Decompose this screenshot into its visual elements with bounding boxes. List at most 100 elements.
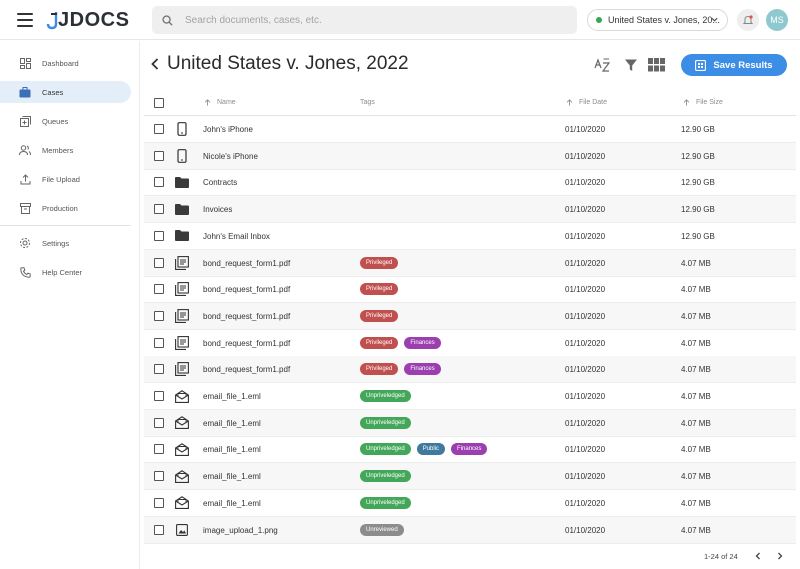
sidebar-item-help-center[interactable]: Help Center [0,261,131,283]
file-name[interactable]: Invoices [203,205,232,214]
sidebar-item-queues[interactable]: Queues [0,110,131,132]
tag-badge[interactable]: Finances [404,363,441,376]
file-name[interactable]: Nicole's iPhone [203,152,258,161]
table-row[interactable]: email_file_1.eml Unpriveledged 01/10/2020 4… [144,490,796,517]
app-logo[interactable]: JDOCS [46,9,129,31]
file-name[interactable]: bond_request_form1.pdf [203,365,290,374]
search-input[interactable] [185,14,565,26]
tag-badge[interactable]: Finances [451,443,488,456]
back-arrow-icon[interactable] [150,57,160,71]
table-row[interactable]: Invoices 01/10/2020 12.90 GB [144,196,796,224]
sidebar-item-production[interactable]: Production [0,197,131,219]
column-header-date[interactable]: File Date [566,99,607,106]
table-header: Name Tags File Date File Size [144,90,796,116]
file-name[interactable]: bond_request_form1.pdf [203,339,290,348]
tag-badge[interactable]: Privileged [360,363,399,376]
chevron-left-icon [755,552,760,560]
tag-badge[interactable]: Unpriveledged [360,390,411,402]
tag-badge[interactable]: Finances [404,336,441,349]
tag-badge[interactable]: Unpriveledged [360,443,411,456]
file-name[interactable]: John's Email Inbox [203,232,270,241]
sidebar-item-members[interactable]: Members [0,139,131,161]
file-name[interactable]: email_file_1.eml [203,392,261,401]
table-row[interactable]: Nicole's iPhone 01/10/2020 12.90 GB [144,142,796,170]
sidebar-item-settings[interactable]: Settings [0,232,131,254]
column-header-size[interactable]: File Size [683,99,723,106]
row-checkbox[interactable] [154,444,164,455]
table-row[interactable]: bond_request_form1.pdf Privileged Finances… [144,330,796,357]
table-row[interactable]: email_file_1.eml Unpriveledged 01/10/2020 4… [144,383,796,410]
tag-badge[interactable]: Unreviewed [360,523,404,536]
table-row[interactable]: John's Email Inbox 01/10/2020 12.90 GB [144,223,796,250]
tag-list: Privileged Finances [360,363,441,376]
file-name[interactable]: email_file_1.eml [203,445,261,454]
table-row[interactable]: bond_request_form1.pdf Privileged 01/10/20… [144,302,796,330]
file-name[interactable]: image_upload_1.png [203,526,278,535]
file-date: 01/10/2020 [565,418,606,428]
folder-icon [175,202,189,216]
row-checkbox[interactable] [154,417,164,428]
gear-icon [19,237,31,249]
row-checkbox[interactable] [154,391,164,401]
select-all-checkbox[interactable] [154,98,164,108]
row-checkbox[interactable] [154,284,164,295]
column-header-name[interactable]: Name [204,99,236,106]
table-row[interactable]: email_file_1.eml Unpriveledged 01/10/2020 4… [144,463,796,491]
file-name[interactable]: John's iPhone [203,125,253,134]
tag-badge[interactable]: Privileged [360,309,399,322]
sidebar-item-dashboard[interactable]: Dashboard [0,52,131,74]
column-header-tags[interactable]: Tags [360,99,375,106]
tag-badge[interactable]: Unpriveledged [360,416,411,429]
file-name[interactable]: bond_request_form1.pdf [203,259,290,268]
save-results-button[interactable]: Save Results [681,54,787,76]
file-name[interactable]: email_file_1.eml [203,472,261,481]
table-row[interactable]: Contracts 01/10/2020 12.90 GB [144,169,796,197]
sidebar-item-file-upload[interactable]: File Upload [0,168,131,190]
row-checkbox[interactable] [154,471,164,482]
grid-view-button[interactable] [647,56,665,74]
filter-button[interactable] [622,56,640,74]
file-date: 01/10/2020 [565,338,606,348]
file-name[interactable]: Contracts [203,178,237,187]
row-checkbox[interactable] [154,204,164,215]
table-row[interactable]: bond_request_form1.pdf Privileged 01/10/20… [144,276,796,304]
row-checkbox[interactable] [154,364,164,375]
search-box[interactable] [152,6,577,34]
tag-badge[interactable]: Privileged [360,283,399,296]
sort-az-button[interactable] [594,56,612,74]
tag-badge[interactable]: Unpriveledged [360,496,411,509]
sort-arrow-up-icon [204,99,211,106]
file-name[interactable]: email_file_1.eml [203,499,261,508]
case-selector[interactable]: United States v. Jones, 20... [587,9,728,31]
menu-icon[interactable] [17,13,33,27]
file-name[interactable]: email_file_1.eml [203,419,261,428]
row-checkbox[interactable] [154,230,164,241]
file-name[interactable]: bond_request_form1.pdf [203,312,290,321]
table-row[interactable]: John's iPhone 01/10/2020 12.90 GB [144,116,796,143]
row-checkbox[interactable] [154,524,164,535]
row-checkbox[interactable] [154,310,164,321]
table-row[interactable]: email_file_1.eml Unpriveledged Public Finan… [144,436,796,464]
logo-text: JDOCS [58,8,130,31]
case-selector-label: United States v. Jones, 20... [608,15,720,25]
tag-badge[interactable]: Privileged [360,256,399,269]
table-row[interactable]: image_upload_1.png Unreviewed 01/10/2020 4.… [144,516,796,544]
tag-badge[interactable]: Unpriveledged [360,470,411,483]
file-name[interactable]: bond_request_form1.pdf [203,285,290,294]
table-row[interactable]: email_file_1.eml Unpriveledged 01/10/2020 4… [144,409,796,437]
previous-page-button[interactable] [752,550,764,562]
tag-badge[interactable]: Privileged [360,336,399,349]
tag-badge[interactable]: Public [416,443,446,456]
row-checkbox[interactable] [154,150,164,161]
notifications-button[interactable] [737,9,759,31]
table-row[interactable]: bond_request_form1.pdf Privileged Finances… [144,356,796,384]
row-checkbox[interactable] [154,497,164,508]
row-checkbox[interactable] [154,337,164,348]
row-checkbox[interactable] [154,177,164,188]
row-checkbox[interactable] [154,257,164,268]
sidebar-item-cases[interactable]: Cases [0,81,131,103]
avatar[interactable]: MS [766,9,788,31]
table-row[interactable]: bond_request_form1.pdf Privileged 01/10/20… [144,249,796,277]
next-page-button[interactable] [774,550,786,562]
row-checkbox[interactable] [154,124,164,134]
